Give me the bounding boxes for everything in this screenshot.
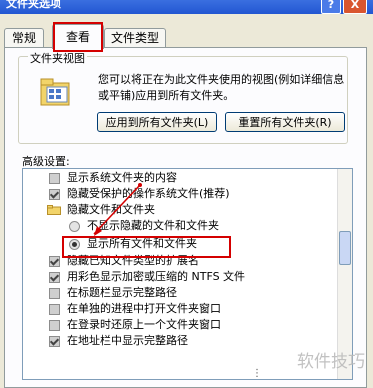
checkbox[interactable] bbox=[49, 288, 60, 299]
tab-view[interactable]: 查看 bbox=[52, 24, 104, 49]
tab-general[interactable]: 常规 bbox=[4, 28, 44, 48]
folder-icon bbox=[47, 205, 61, 215]
advanced-settings-label: 高级设置: bbox=[22, 155, 70, 168]
checkbox[interactable] bbox=[49, 336, 60, 347]
title-bar: 文件夹选项 ? X bbox=[0, 0, 373, 14]
close-button[interactable]: X bbox=[343, 0, 367, 14]
folder-views-description: 您可以将正在为此文件夹使用的视图(例如详细信息或平铺)应用到所有文件夹。 bbox=[98, 73, 345, 102]
tab-file-types[interactable]: 文件类型 bbox=[104, 28, 166, 48]
folder-views-icon bbox=[40, 78, 70, 106]
checkbox[interactable] bbox=[49, 320, 60, 331]
checkbox[interactable] bbox=[49, 272, 60, 283]
checkbox[interactable] bbox=[49, 173, 60, 184]
watermark: 软件技巧 bbox=[297, 352, 365, 372]
window-title: 文件夹选项 bbox=[6, 0, 61, 10]
folder-views-legend: 文件夹视图 bbox=[28, 50, 87, 66]
checkbox[interactable] bbox=[49, 304, 60, 315]
scrollbar-thumb[interactable] bbox=[339, 231, 351, 265]
help-button[interactable]: ? bbox=[321, 0, 341, 14]
radio-button[interactable] bbox=[69, 239, 80, 250]
resize-grip-icon[interactable]: ⋮ bbox=[252, 368, 264, 382]
reset-all-folders-button[interactable]: 重置所有文件夹(R) bbox=[225, 112, 345, 132]
apply-to-all-folders-button[interactable]: 应用到所有文件夹(L) bbox=[97, 112, 217, 132]
checkbox[interactable] bbox=[49, 256, 60, 267]
radio-button[interactable] bbox=[69, 221, 80, 232]
checkbox[interactable] bbox=[49, 189, 60, 200]
